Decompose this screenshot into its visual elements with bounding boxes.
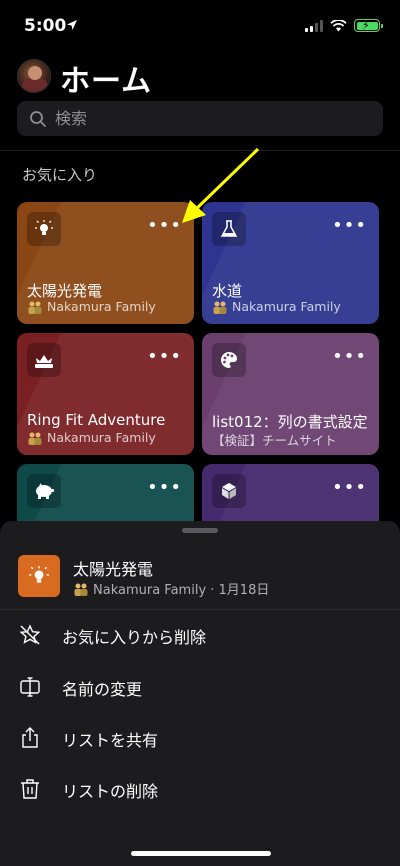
card-title: list012：列の書式設定: [212, 413, 368, 431]
action-label: リストの削除: [62, 782, 159, 801]
card-title: 水道: [212, 282, 243, 300]
rename-icon: [20, 677, 40, 697]
action-label: 名前の変更: [62, 680, 143, 699]
favorite-card[interactable]: ••• Ring Fit Adventure Nakamura Family: [17, 333, 194, 455]
action-label: リストを共有: [62, 731, 159, 750]
home-indicator[interactable]: [131, 851, 271, 856]
search-bar[interactable]: [17, 101, 383, 136]
lightbulb-icon: [18, 555, 60, 597]
lightbulb-icon: [27, 212, 61, 246]
more-options-button[interactable]: •••: [332, 479, 367, 497]
trash-icon: [21, 779, 39, 799]
card-subtitle: 【検証】チームサイト: [212, 430, 337, 449]
star-slash-icon: [19, 624, 41, 645]
card-subtitle: Nakamura Family: [212, 299, 341, 314]
card-subtitle-text: Nakamura Family: [47, 299, 156, 314]
location-arrow-icon: [67, 20, 77, 30]
search-icon: [30, 111, 46, 127]
palette-icon: [212, 343, 246, 377]
family-icon: [73, 582, 89, 596]
card-subtitle-text: 【検証】チームサイト: [212, 433, 337, 448]
card-title: Ring Fit Adventure: [27, 411, 166, 429]
more-options-button[interactable]: •••: [147, 479, 182, 497]
more-options-button[interactable]: •••: [147, 348, 182, 366]
card-subtitle: Nakamura Family: [27, 299, 156, 314]
family-icon: [212, 300, 228, 314]
share-list-button[interactable]: リストを共有: [0, 713, 400, 763]
crown-icon: [27, 343, 61, 377]
more-options-button[interactable]: •••: [332, 217, 367, 235]
avatar[interactable]: [17, 59, 51, 93]
page-title: ホーム: [60, 64, 153, 99]
status-icons: ⚡: [305, 19, 383, 32]
status-time: 5:00: [24, 16, 67, 36]
status-bar: 5:00 ⚡: [0, 0, 400, 52]
piggy-bank-icon: [27, 474, 61, 508]
favorite-card[interactable]: ••• 太陽光発電 Nakamura Family: [17, 202, 194, 324]
sheet-title: 太陽光発電: [73, 560, 154, 579]
family-icon: [27, 300, 43, 314]
action-label: お気に入りから削除: [62, 628, 207, 647]
battery-charging-icon: ⚡: [354, 19, 383, 32]
card-subtitle-text: Nakamura Family: [232, 299, 341, 314]
cube-icon: [212, 474, 246, 508]
share-icon: [22, 727, 38, 748]
favorites-section-title: お気に入り: [22, 166, 98, 184]
card-subtitle: Nakamura Family: [27, 430, 156, 445]
card-title: 太陽光発電: [27, 282, 103, 300]
delete-list-button[interactable]: リストの削除: [0, 764, 400, 814]
sheet-header: 太陽光発電 Nakamura Family · 1月18日: [0, 545, 400, 607]
sheet-subtitle-text: Nakamura Family · 1月18日: [93, 583, 270, 598]
action-sheet: 太陽光発電 Nakamura Family · 1月18日 お気に入りから削除 …: [0, 521, 400, 866]
signal-icon: [305, 19, 323, 32]
card-subtitle-text: Nakamura Family: [47, 430, 156, 445]
more-options-button[interactable]: •••: [332, 348, 367, 366]
family-icon: [27, 431, 43, 445]
rename-button[interactable]: 名前の変更: [0, 662, 400, 712]
annotation-arrow: [182, 147, 260, 223]
sheet-subtitle: Nakamura Family · 1月18日: [73, 579, 269, 598]
sheet-grabber[interactable]: [182, 528, 218, 533]
remove-favorite-button[interactable]: お気に入りから削除: [0, 610, 400, 660]
favorite-card[interactable]: ••• list012：列の書式設定 【検証】チームサイト: [202, 333, 379, 455]
search-input[interactable]: [55, 101, 375, 136]
wifi-icon: [330, 19, 347, 31]
